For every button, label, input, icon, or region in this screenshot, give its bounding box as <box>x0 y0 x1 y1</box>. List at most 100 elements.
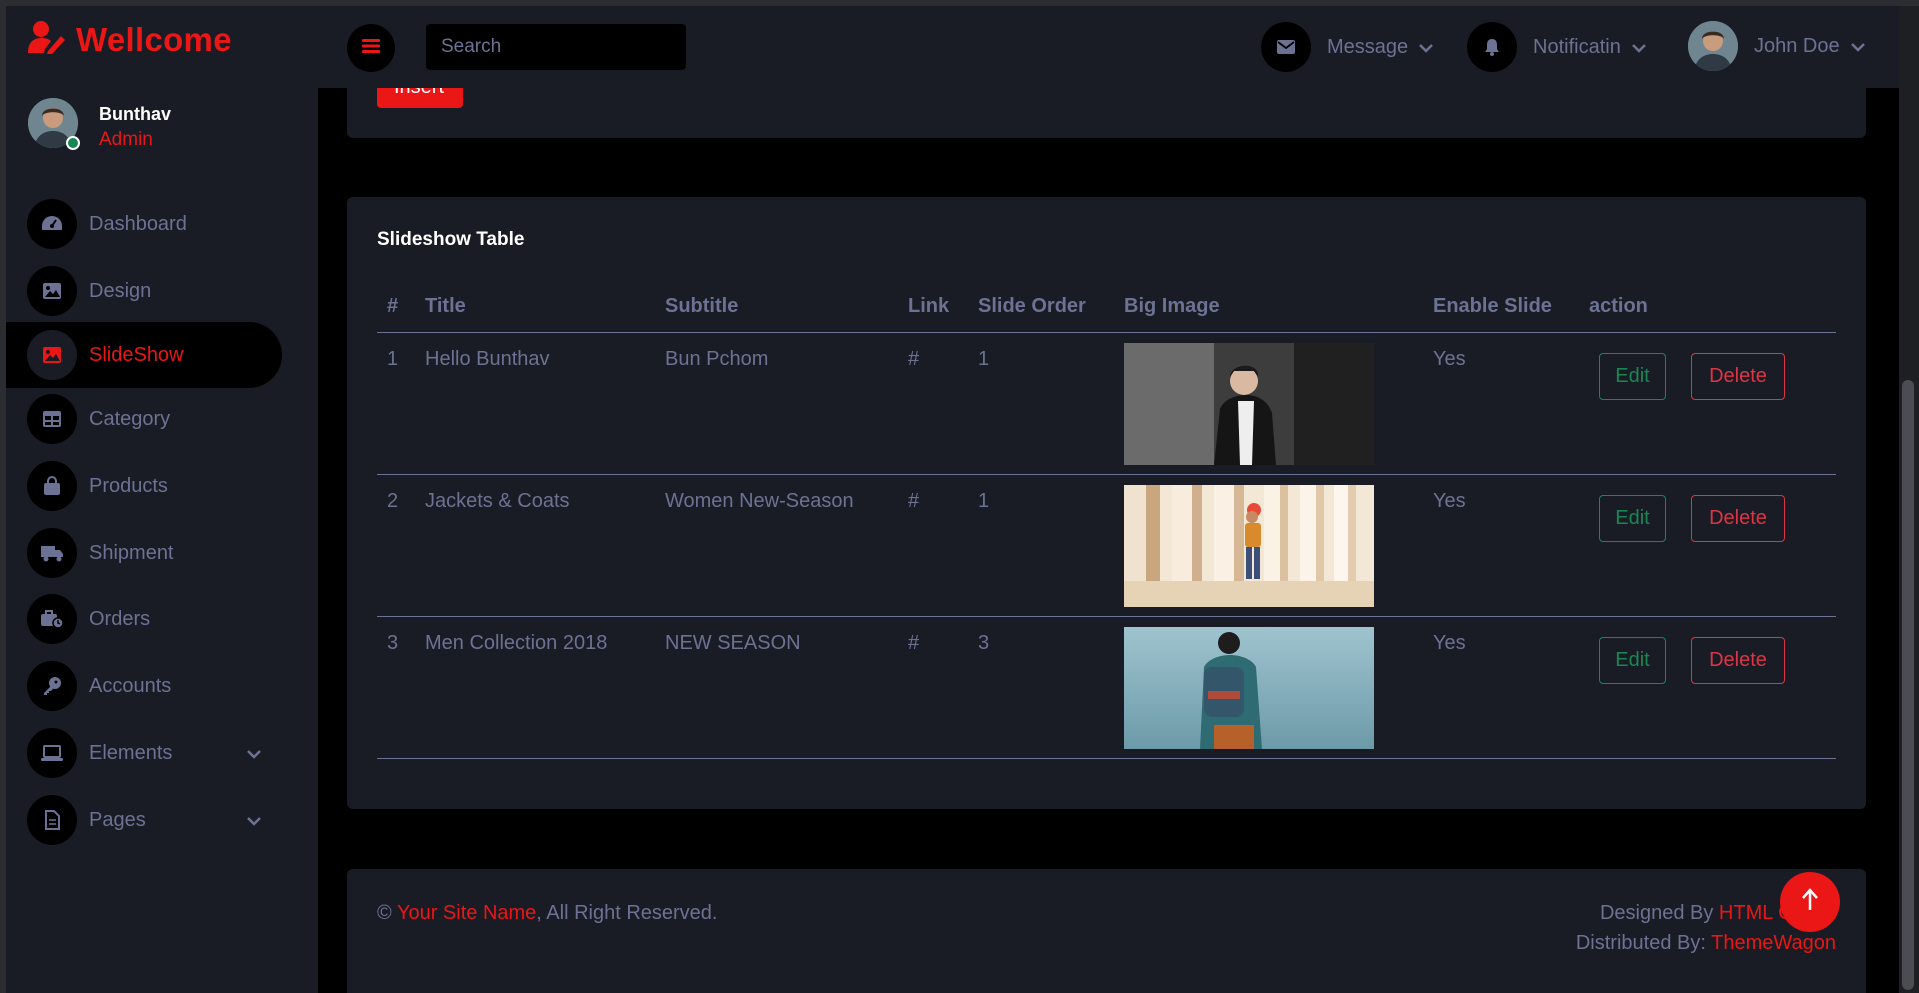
laptop-icon <box>27 728 77 778</box>
cell-link: # <box>908 490 920 512</box>
shopping-bag-icon <box>27 461 77 511</box>
brand-name: Wellcome <box>76 20 232 58</box>
cell-enabled: Yes <box>1433 490 1466 512</box>
profile-role: Admin <box>99 129 153 150</box>
column-header: Link <box>908 295 950 317</box>
sidebar-item-label: Products <box>89 474 168 497</box>
cell-subtitle: NEW SEASON <box>665 632 801 654</box>
bars-icon <box>362 38 380 59</box>
form-card <box>347 88 1866 138</box>
envelope-icon <box>1261 22 1311 72</box>
edit-button[interactable]: Edit <box>1599 637 1666 684</box>
slide-image <box>1124 343 1374 465</box>
cell-title: Men Collection 2018 <box>425 632 608 654</box>
cell-link: # <box>908 632 920 654</box>
message-label: Message <box>1327 35 1409 58</box>
notification-label: Notificatin <box>1533 35 1621 58</box>
key-icon <box>27 661 77 711</box>
sidebar-item-label: Accounts <box>89 674 172 697</box>
cell-order: 1 <box>978 490 990 512</box>
bell-icon <box>1467 22 1517 72</box>
slide-image <box>1124 485 1374 607</box>
sidebar-item-orders[interactable]: Orders <box>0 586 282 652</box>
window-frame-left <box>0 0 6 993</box>
online-status-dot <box>66 136 80 150</box>
sidebar-item-slideshow[interactable]: SlideShow <box>0 322 282 388</box>
cell-subtitle: Women New-Season <box>665 490 854 512</box>
cell-num: 3 <box>387 632 399 654</box>
sidebar-item-dashboard[interactable]: Dashboard <box>0 191 282 257</box>
image-icon <box>27 266 77 316</box>
sidebar-item-label: Category <box>89 407 171 430</box>
footer-distributed-by: Distributed By: ThemeWagon <box>1576 932 1836 955</box>
cell-enabled: Yes <box>1433 632 1466 654</box>
sidebar-item-products[interactable]: Products <box>0 453 282 519</box>
footer <box>347 869 1866 993</box>
sidebar-item-label: Orders <box>89 607 151 630</box>
distributor-link[interactable]: ThemeWagon <box>1711 932 1836 954</box>
sidebar-item-label: SlideShow <box>89 343 184 366</box>
column-header: Big Image <box>1124 295 1220 317</box>
insert-button-label: Insert <box>394 88 444 98</box>
brand[interactable]: Wellcome <box>28 20 232 59</box>
edit-button[interactable]: Edit <box>1599 495 1666 542</box>
back-to-top-button[interactable] <box>1780 872 1840 932</box>
image-icon <box>27 330 77 380</box>
insert-button[interactable]: Insert <box>377 88 463 108</box>
cell-num: 2 <box>387 490 399 512</box>
sidebar-item-label: Dashboard <box>89 212 187 235</box>
chevron-down-icon <box>246 809 262 832</box>
avatar <box>1688 21 1738 71</box>
footer-copyright: © Your Site Name, All Right Reserved. <box>377 902 718 925</box>
file-icon <box>27 795 77 845</box>
card-title: Slideshow Table <box>377 229 525 250</box>
row-divider <box>377 474 1836 475</box>
sidebar-item-category[interactable]: Category <box>0 386 282 452</box>
site-name-link[interactable]: Your Site Name <box>397 902 536 924</box>
row-divider <box>377 616 1836 617</box>
sidebar-toggle-button[interactable] <box>347 24 395 72</box>
cell-enabled: Yes <box>1433 348 1466 370</box>
notification-dropdown[interactable]: Notificatin <box>1467 22 1647 72</box>
cell-title: Hello Bunthav <box>425 348 550 370</box>
column-header: Enable Slide <box>1433 295 1552 317</box>
chevron-down-icon <box>1418 36 1434 59</box>
user-dropdown[interactable]: John Doe <box>1688 21 1866 71</box>
table-header-divider <box>377 332 1836 333</box>
delete-button[interactable]: Delete <box>1691 637 1785 684</box>
column-header: Title <box>425 295 466 317</box>
sidebar-item-label: Shipment <box>89 541 174 564</box>
cell-subtitle: Bun Pchom <box>665 348 769 370</box>
rights-text: , All Right Reserved. <box>536 902 718 924</box>
search-input[interactable] <box>426 24 686 70</box>
sidebar-item-pages[interactable]: Pages <box>0 787 282 853</box>
sidebar-item-elements[interactable]: Elements <box>0 720 282 786</box>
slide-image <box>1124 627 1374 749</box>
copyright-symbol: © <box>377 902 392 924</box>
sidebar-item-design[interactable]: Design <box>0 258 282 324</box>
distributed-by-label: Distributed By: <box>1575 932 1706 954</box>
delete-button[interactable]: Delete <box>1691 353 1785 400</box>
column-header: Subtitle <box>665 295 739 317</box>
arrow-up-icon <box>1801 887 1819 917</box>
message-dropdown[interactable]: Message <box>1261 22 1434 72</box>
designed-by-label: Designed By <box>1599 902 1714 924</box>
column-header: Slide Order <box>978 295 1086 317</box>
profile-name: Bunthav <box>99 104 171 124</box>
briefcase-clock-icon <box>27 594 77 644</box>
row-divider <box>377 758 1836 759</box>
column-header: # <box>387 295 399 317</box>
sidebar-item-accounts[interactable]: Accounts <box>0 653 282 719</box>
column-header: action <box>1589 295 1648 317</box>
scrollbar-thumb[interactable] <box>1902 380 1914 990</box>
chevron-down-icon <box>246 742 262 765</box>
sidebar-item-shipment[interactable]: Shipment <box>0 520 282 586</box>
table-icon <box>27 394 77 444</box>
cell-num: 1 <box>387 348 399 370</box>
edit-button[interactable]: Edit <box>1599 353 1666 400</box>
cell-link: # <box>908 348 920 370</box>
tachometer-icon <box>27 199 77 249</box>
sidebar-item-label: Elements <box>89 741 173 764</box>
delete-button[interactable]: Delete <box>1691 495 1785 542</box>
sidebar-item-label: Pages <box>89 808 146 831</box>
